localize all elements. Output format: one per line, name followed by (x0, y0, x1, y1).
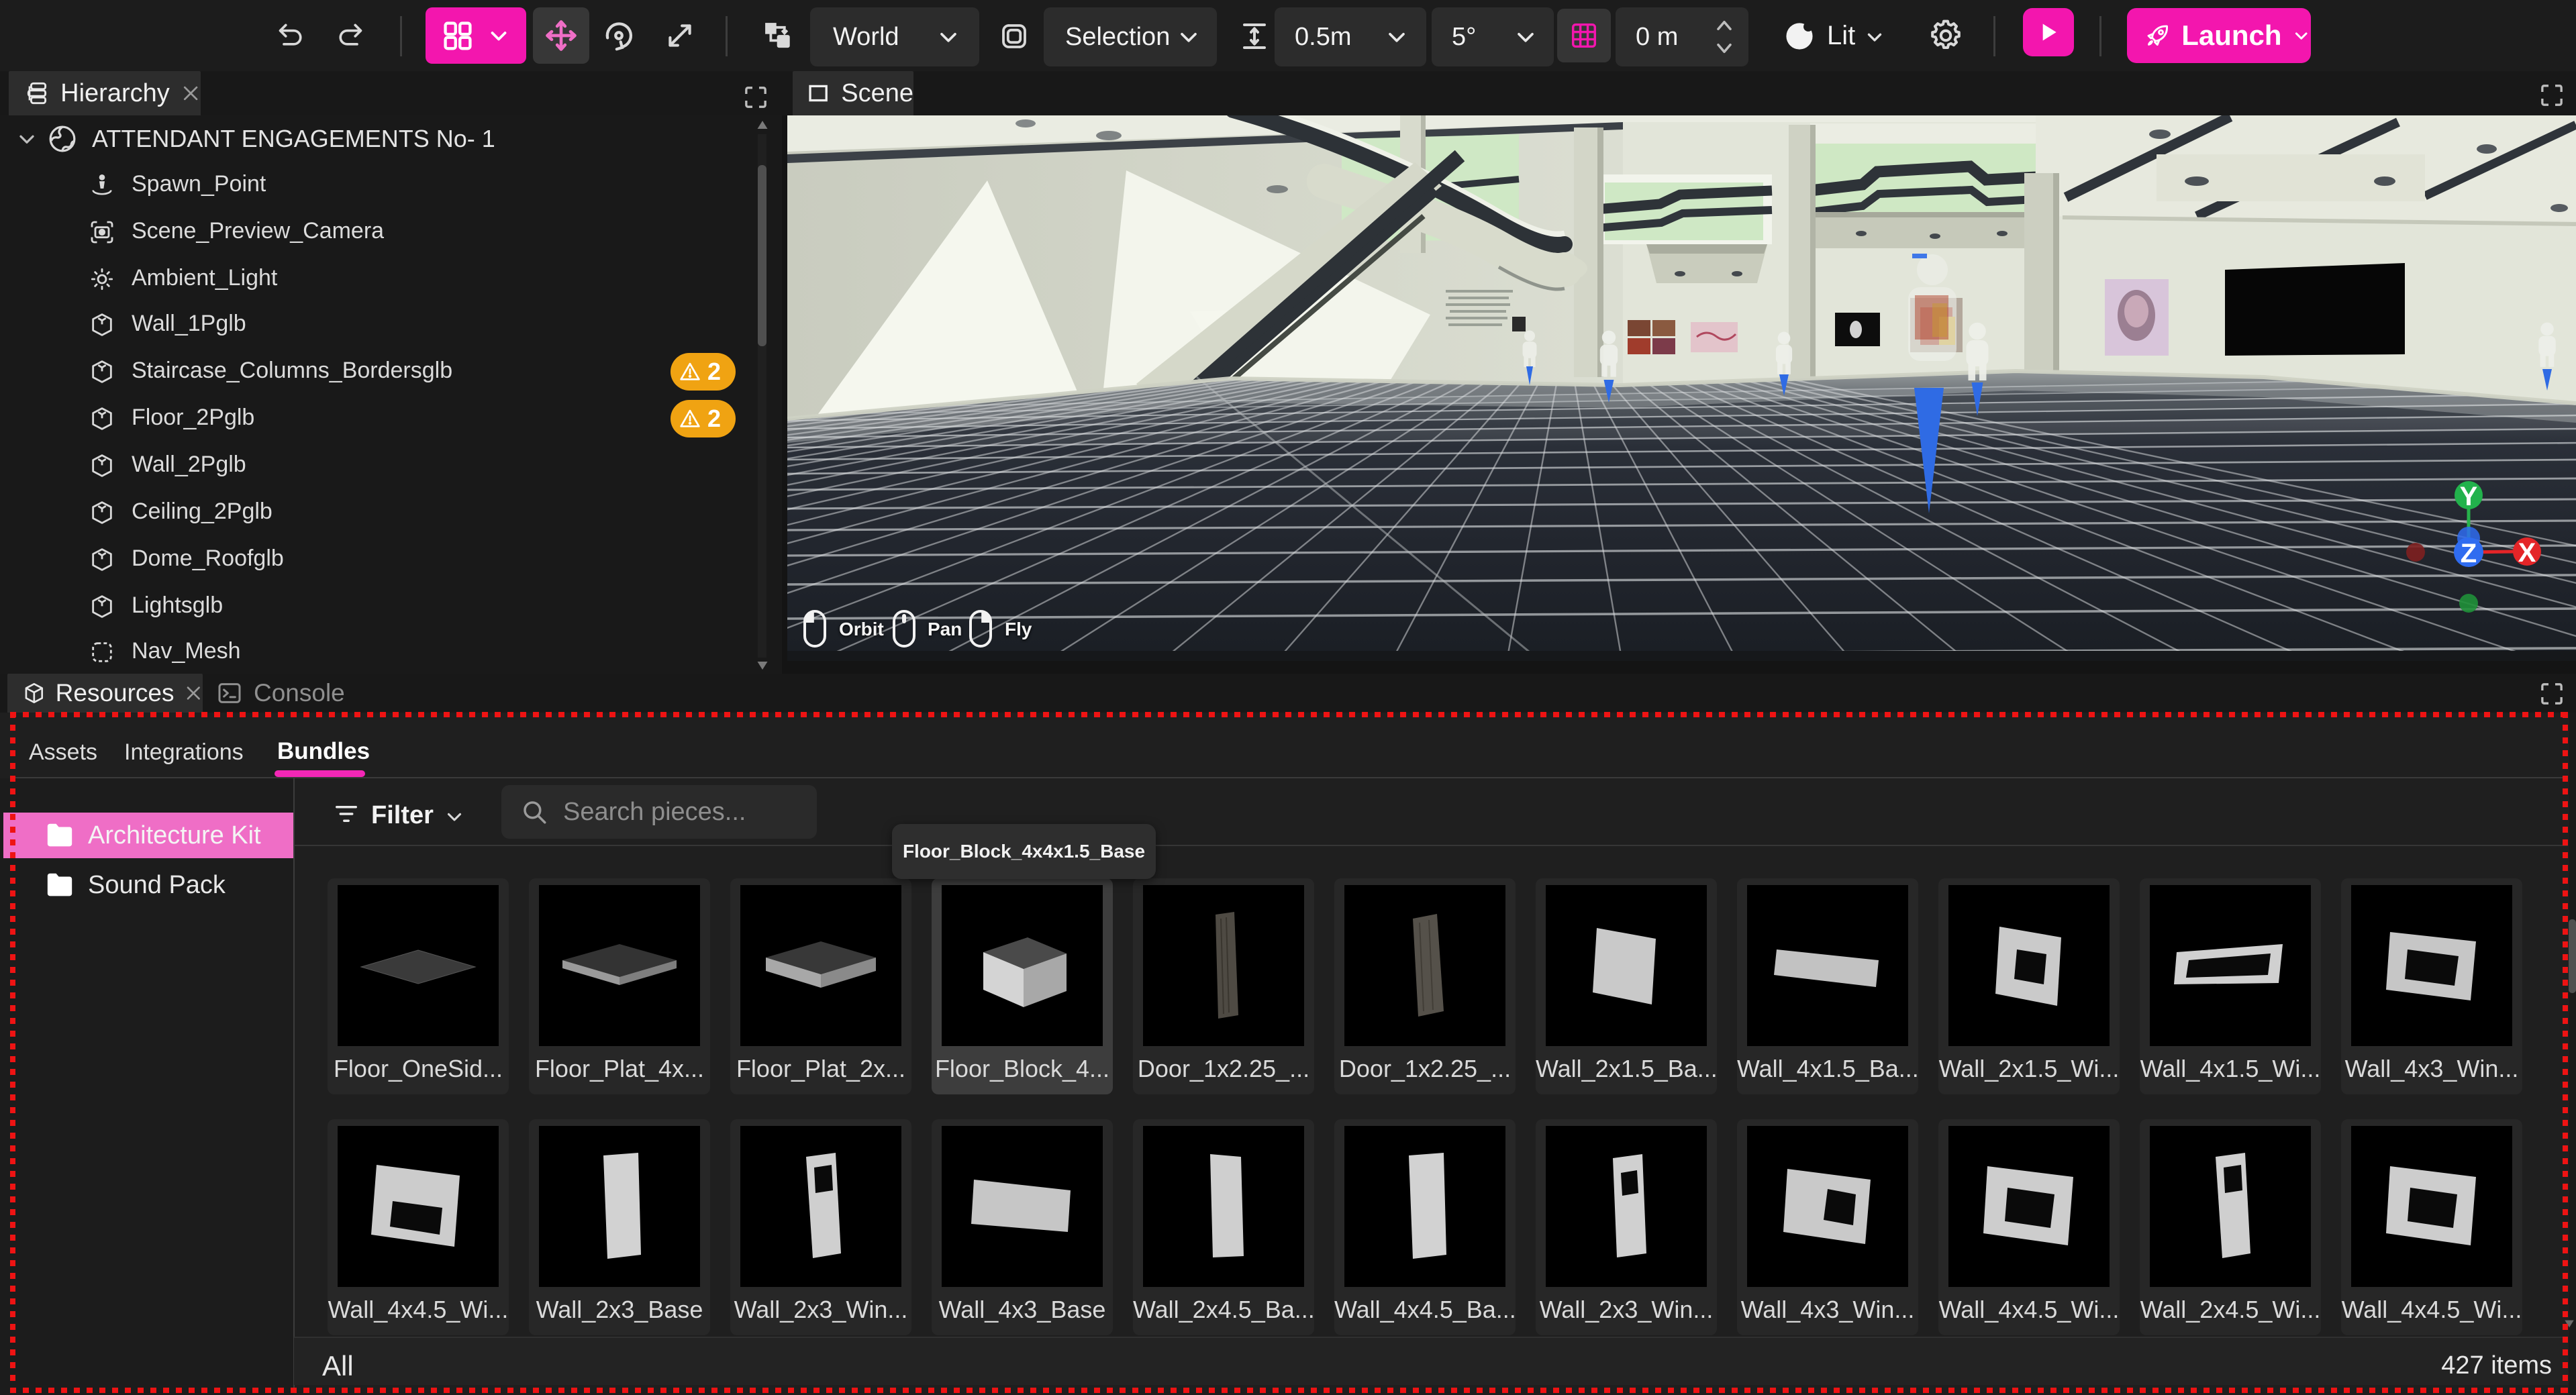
svg-text:X: X (2518, 538, 2536, 568)
svg-text:Y: Y (2460, 482, 2478, 511)
svg-text:Z: Z (2461, 539, 2477, 568)
